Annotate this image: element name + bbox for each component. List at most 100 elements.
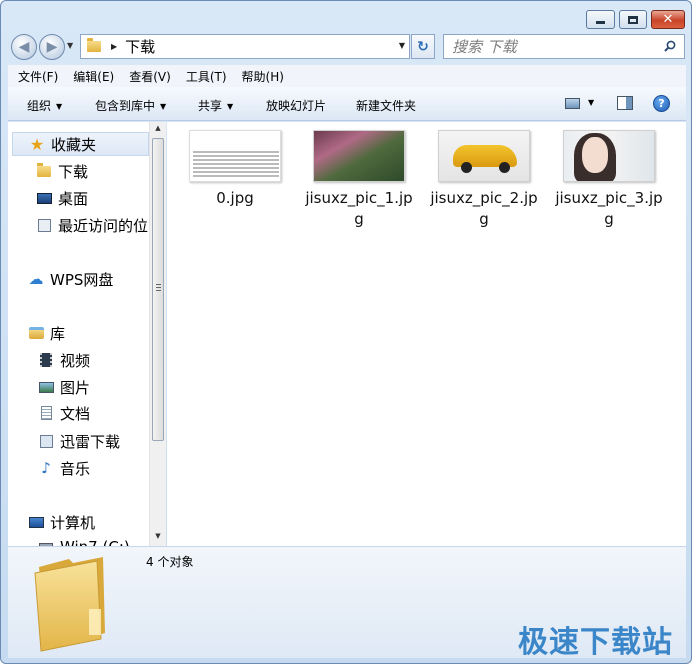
- pictures-icon: [38, 379, 54, 395]
- minimize-button[interactable]: [586, 10, 615, 29]
- arrow-left-icon: ◀: [18, 39, 30, 55]
- maximize-button[interactable]: [619, 10, 647, 29]
- chevron-down-icon: ▼: [160, 102, 167, 111]
- search-box[interactable]: [443, 34, 685, 59]
- nav-computer[interactable]: 计算机: [28, 510, 95, 534]
- nav-desktop[interactable]: 桌面: [36, 186, 88, 210]
- file-view[interactable]: 0.jpg jisuxz_pic_1.jpg jisuxz_pic_2.jpg …: [167, 122, 686, 546]
- details-pane: 4 个对象 极速下载站: [8, 546, 686, 660]
- file-item[interactable]: jisuxz_pic_3.jpg: [553, 130, 665, 230]
- folder-icon: [36, 162, 52, 179]
- nav-video-label: 视频: [60, 351, 91, 370]
- command-bar: 组织 ▼ 包含到库中 ▼ 共享 ▼ 放映幻灯片 新建文件夹 ▼ ?: [8, 87, 686, 121]
- item-count: 4 个对象: [146, 555, 194, 569]
- file-item[interactable]: 0.jpg: [179, 130, 291, 209]
- search-input[interactable]: [452, 38, 652, 56]
- change-view-icon[interactable]: [565, 98, 580, 109]
- nav-pictures-label: 图片: [60, 378, 91, 397]
- help-icon[interactable]: ?: [653, 95, 670, 112]
- nav-favorites[interactable]: ★ 收藏夹: [12, 132, 149, 156]
- include-library-button[interactable]: 包含到库中 ▼: [95, 97, 166, 114]
- menu-file[interactable]: 文件(F): [8, 68, 63, 85]
- chevron-down-icon: ▼: [227, 102, 234, 111]
- arrow-right-icon: ▶: [46, 39, 58, 55]
- nav-wps-label: WPS网盘: [50, 270, 114, 289]
- menu-bar: 文件(F) 编辑(E) 查看(V) 工具(T) 帮助(H): [8, 65, 686, 87]
- nav-wps-cloud[interactable]: ☁ WPS网盘: [28, 267, 114, 291]
- menu-help[interactable]: 帮助(H): [232, 68, 289, 85]
- recent-icon: [36, 217, 52, 233]
- nav-drive-c[interactable]: Win7 (C:): [38, 535, 130, 546]
- include-library-label: 包含到库中: [95, 99, 156, 113]
- file-name: jisuxz_pic_2.jpg: [430, 189, 538, 228]
- share-button[interactable]: 共享 ▼: [198, 97, 233, 114]
- address-dropdown-icon[interactable]: ▼: [399, 41, 405, 50]
- file-item[interactable]: jisuxz_pic_1.jpg: [303, 130, 415, 230]
- file-name: jisuxz_pic_1.jpg: [305, 189, 413, 228]
- back-button[interactable]: ◀: [11, 34, 37, 60]
- nav-drive-label: Win7 (C:): [60, 538, 130, 546]
- close-button[interactable]: ✕: [651, 10, 685, 29]
- menu-view[interactable]: 查看(V): [119, 68, 176, 85]
- nav-music-label: 音乐: [60, 459, 91, 478]
- nav-video[interactable]: 视频: [38, 348, 90, 372]
- drive-icon: [38, 539, 54, 546]
- new-folder-button[interactable]: 新建文件夹: [356, 97, 416, 114]
- library-icon: [28, 325, 44, 341]
- nav-library[interactable]: 库: [28, 321, 65, 345]
- nav-scrollbar[interactable]: ▲ ▼: [149, 122, 166, 546]
- watermark: 极速下载站: [518, 625, 673, 660]
- nav-downloads[interactable]: 下载: [36, 159, 88, 183]
- address-bar[interactable]: ▶ 下载 ▼: [80, 34, 410, 59]
- explorer-window: ✕ ◀ ▶ ▼ ▶ 下载 ▼ ↻ 文件(F) 编辑(E) 查看(V) 工具(T)…: [0, 0, 692, 664]
- nav-thunder-label: 迅雷下载: [60, 432, 121, 451]
- file-thumbnail: [438, 130, 530, 182]
- chevron-down-icon: ▼: [56, 102, 63, 111]
- refresh-button[interactable]: ↻: [411, 34, 435, 59]
- nav-computer-label: 计算机: [50, 513, 96, 532]
- nav-music[interactable]: ♪ 音乐: [38, 456, 90, 480]
- file-name: 0.jpg: [216, 189, 254, 207]
- scroll-thumb[interactable]: [152, 138, 164, 441]
- computer-icon: [28, 514, 44, 530]
- menu-tools[interactable]: 工具(T): [176, 68, 232, 85]
- breadcrumb-separator-icon[interactable]: ▶: [111, 42, 117, 51]
- preview-pane-icon[interactable]: [617, 96, 633, 110]
- search-icon[interactable]: [664, 40, 676, 52]
- minimize-icon: [596, 21, 605, 24]
- nav-favorites-label: 收藏夹: [51, 135, 97, 154]
- navigation-pane: ★ 收藏夹 下载 桌面 最近访问的位 ☁ WPS网盘 库 视频 图片 文档 迅雷…: [8, 122, 149, 546]
- recent-pages-dropdown[interactable]: ▼: [67, 41, 73, 50]
- nav-pictures[interactable]: 图片: [38, 375, 90, 399]
- refresh-icon: ↻: [417, 38, 429, 55]
- close-icon: ✕: [662, 12, 674, 27]
- file-item[interactable]: jisuxz_pic_2.jpg: [428, 130, 540, 230]
- organize-button[interactable]: 组织 ▼: [27, 97, 62, 114]
- share-label: 共享: [198, 99, 223, 113]
- cloud-icon: ☁: [28, 270, 44, 288]
- nav-thunder-download[interactable]: 迅雷下载: [38, 429, 120, 453]
- video-icon: [38, 352, 54, 368]
- nav-library-label: 库: [50, 324, 66, 343]
- nav-documents-label: 文档: [60, 404, 91, 423]
- desktop-icon: [36, 190, 52, 206]
- menu-edit[interactable]: 编辑(E): [63, 68, 119, 85]
- breadcrumb-current[interactable]: 下载: [125, 36, 155, 57]
- scroll-down-arrow-icon[interactable]: ▼: [150, 532, 166, 544]
- nav-downloads-label: 下载: [58, 162, 89, 181]
- nav-documents[interactable]: 文档: [38, 401, 90, 425]
- folder-icon: [34, 557, 105, 652]
- nav-recent[interactable]: 最近访问的位: [36, 213, 148, 237]
- file-thumbnail: [563, 130, 655, 182]
- forward-button[interactable]: ▶: [39, 34, 65, 60]
- scroll-up-arrow-icon[interactable]: ▲: [150, 124, 166, 136]
- grip-icon: [156, 284, 161, 291]
- file-thumbnail: [189, 130, 281, 182]
- view-options-dropdown-icon[interactable]: ▼: [588, 98, 594, 107]
- nav-recent-label: 最近访问的位: [58, 216, 149, 235]
- file-name: jisuxz_pic_3.jpg: [555, 189, 663, 228]
- slideshow-button[interactable]: 放映幻灯片: [266, 97, 326, 114]
- document-icon: [38, 405, 54, 421]
- nav-desktop-label: 桌面: [58, 189, 89, 208]
- organize-label: 组织: [27, 99, 52, 113]
